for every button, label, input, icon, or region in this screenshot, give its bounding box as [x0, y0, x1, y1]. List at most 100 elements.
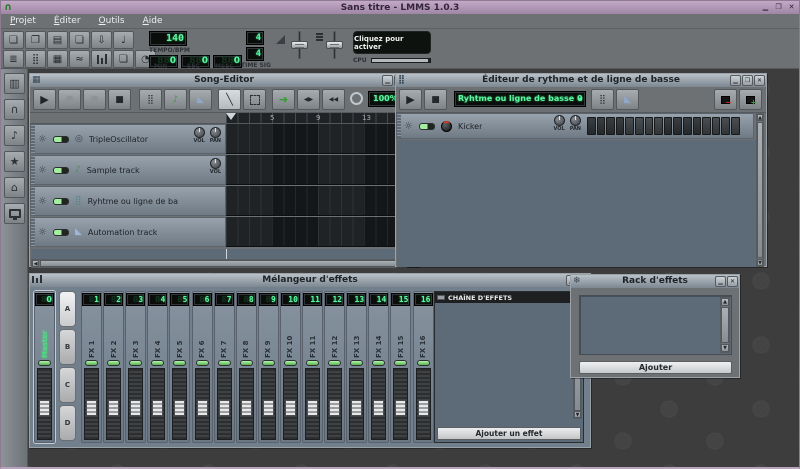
- channel-mute-led[interactable]: [129, 360, 142, 366]
- bb-vertical-scrollbar[interactable]: ▲ ▼: [756, 113, 764, 267]
- fx-group-c-button[interactable]: C: [59, 367, 76, 403]
- step-cell[interactable]: [645, 117, 654, 135]
- track-grip[interactable]: [31, 125, 35, 153]
- scroll-down-icon[interactable]: ▼: [721, 344, 729, 352]
- channel-mute-led[interactable]: [218, 360, 231, 366]
- channel-mute-led[interactable]: [196, 360, 209, 366]
- fader-handle[interactable]: [174, 400, 185, 416]
- minimize-button[interactable]: ▁: [715, 276, 726, 287]
- fader-handle[interactable]: [395, 400, 406, 416]
- channel-mute-led[interactable]: [107, 360, 120, 366]
- step-cell[interactable]: [625, 117, 634, 135]
- step-cell[interactable]: [616, 117, 625, 135]
- draw-mode-button[interactable]: ╲: [218, 89, 241, 110]
- channel-fader[interactable]: [217, 368, 232, 440]
- menu-item-diter[interactable]: Éditer: [45, 16, 90, 26]
- fx-channel-strip[interactable]: 89FX 9: [258, 291, 279, 443]
- fx-channel-strip[interactable]: 85FX 5: [169, 291, 190, 443]
- window-titlebar[interactable]: ∩ Sans titre - LMMS 1.0.3 ▁ ❒ ✕: [1, 1, 799, 14]
- play-button[interactable]: ▶: [399, 89, 422, 110]
- fx-channel-strip[interactable]: 11FX 11: [302, 291, 323, 443]
- fx-channel-strip[interactable]: 87FX 7: [214, 291, 235, 443]
- add-bb-track-button[interactable]: ⣿: [591, 89, 614, 110]
- step-cell[interactable]: [587, 117, 596, 135]
- rack-scrollbar[interactable]: ▲ ▼: [720, 297, 730, 353]
- fx-channel-strip[interactable]: 86FX 6: [192, 291, 213, 443]
- fader-handle[interactable]: [418, 400, 429, 416]
- track-header[interactable]: ☼◣Automation track: [30, 217, 226, 247]
- track-content-grid[interactable]: [226, 186, 409, 216]
- fader-handle[interactable]: [130, 400, 141, 416]
- edit-mode-button[interactable]: [243, 89, 266, 110]
- playhead-marker[interactable]: [226, 113, 236, 120]
- maximize-button[interactable]: ❒: [773, 2, 784, 13]
- remove-steps-button[interactable]: −: [714, 89, 737, 110]
- fader-handle[interactable]: [108, 400, 119, 416]
- mute-led[interactable]: [419, 123, 435, 130]
- add-steps-button[interactable]: +: [739, 89, 762, 110]
- project-notes-button[interactable]: ❏: [113, 50, 134, 68]
- channel-fader[interactable]: [172, 368, 187, 440]
- channel-fader[interactable]: [416, 368, 431, 440]
- mute-led[interactable]: [53, 198, 69, 205]
- channel-mute-led[interactable]: [284, 360, 297, 366]
- maximize-button[interactable]: ❒: [742, 75, 753, 86]
- output-visualizer[interactable]: Cliquez pour activer: [353, 31, 431, 54]
- bb-track-name[interactable]: Kicker: [458, 122, 482, 131]
- channel-mute-led[interactable]: [394, 360, 407, 366]
- track-grip[interactable]: [31, 218, 35, 246]
- add-automation-track-button[interactable]: ◣: [616, 89, 639, 110]
- channel-mute-led[interactable]: [417, 360, 430, 366]
- fx-channel-strip[interactable]: 84FX 4: [147, 291, 168, 443]
- piano-roll-toggle-button[interactable]: ▦: [47, 50, 68, 68]
- gear-icon[interactable]: ☼: [38, 196, 47, 207]
- bb-track-header[interactable]: ☼ Kicker VOLPAN: [396, 113, 754, 139]
- channel-fader[interactable]: [305, 368, 320, 440]
- minimize-button[interactable]: ▁: [760, 2, 771, 13]
- rewind-button[interactable]: ◀◀: [322, 89, 345, 110]
- fader-handle[interactable]: [152, 400, 163, 416]
- gear-icon[interactable]: ☼: [404, 121, 413, 132]
- stop-button[interactable]: ■: [108, 89, 131, 110]
- open-project-button[interactable]: ❐: [25, 31, 46, 49]
- bb-editor-titlebar[interactable]: ⣿ Éditeur de rythme et de ligne de basse…: [396, 74, 766, 87]
- fx-channel-strip[interactable]: 16FX 16: [413, 291, 434, 443]
- channel-fader[interactable]: [150, 368, 165, 440]
- fx-channel-strip[interactable]: 81FX 1: [81, 291, 102, 443]
- fx-channel-strip[interactable]: 12FX 12: [324, 291, 345, 443]
- gear-icon[interactable]: ☼: [38, 134, 47, 145]
- sidebar-instruments-icon[interactable]: ▥: [4, 73, 25, 94]
- scroll-up-icon[interactable]: ▲: [757, 114, 763, 121]
- track-header[interactable]: ☼◎TripleOscillatorVOLPAN: [30, 124, 226, 154]
- fx-rack-titlebar[interactable]: ❄ Rack d'effets ▁ ✕: [571, 275, 739, 288]
- channel-mute-led[interactable]: [173, 360, 186, 366]
- bb-editor-toggle-button[interactable]: ⣿: [25, 50, 46, 68]
- sidebar-computer-icon[interactable]: [4, 203, 25, 224]
- pan-knob[interactable]: [210, 127, 221, 138]
- behaviour-button[interactable]: ➔: [272, 89, 295, 110]
- fader-handle[interactable]: [219, 400, 230, 416]
- step-cell[interactable]: [664, 117, 673, 135]
- export-project-button[interactable]: ⇩: [91, 31, 112, 49]
- channel-mute-led[interactable]: [151, 360, 164, 366]
- timesig-denominator-display[interactable]: 4: [246, 47, 264, 61]
- import-midi-button[interactable]: ♩: [113, 31, 134, 49]
- close-button[interactable]: ✕: [727, 276, 738, 287]
- scroll-down-icon[interactable]: ▼: [574, 411, 581, 418]
- sidebar-presets-icon[interactable]: ♪: [4, 125, 25, 146]
- add-automation-track-button[interactable]: ◣: [189, 89, 212, 110]
- fader-handle[interactable]: [241, 400, 252, 416]
- channel-mute-led[interactable]: [372, 360, 385, 366]
- scroll-thumb[interactable]: [757, 122, 763, 258]
- menu-item-projet[interactable]: Projet: [1, 16, 45, 26]
- track-header[interactable]: ☼⣿Ryhtme ou ligne de ba: [30, 186, 226, 216]
- scroll-up-icon[interactable]: ▲: [721, 298, 729, 306]
- step-cell[interactable]: [597, 117, 606, 135]
- track-content-grid[interactable]: [226, 155, 409, 185]
- pan-knob[interactable]: [570, 115, 581, 126]
- play-button[interactable]: ▶: [33, 89, 56, 110]
- menu-item-aide[interactable]: Aide: [134, 16, 172, 26]
- rack-add-button[interactable]: Ajouter: [579, 361, 732, 374]
- fx-group-d-button[interactable]: D: [59, 405, 76, 441]
- channel-fader[interactable]: [393, 368, 408, 440]
